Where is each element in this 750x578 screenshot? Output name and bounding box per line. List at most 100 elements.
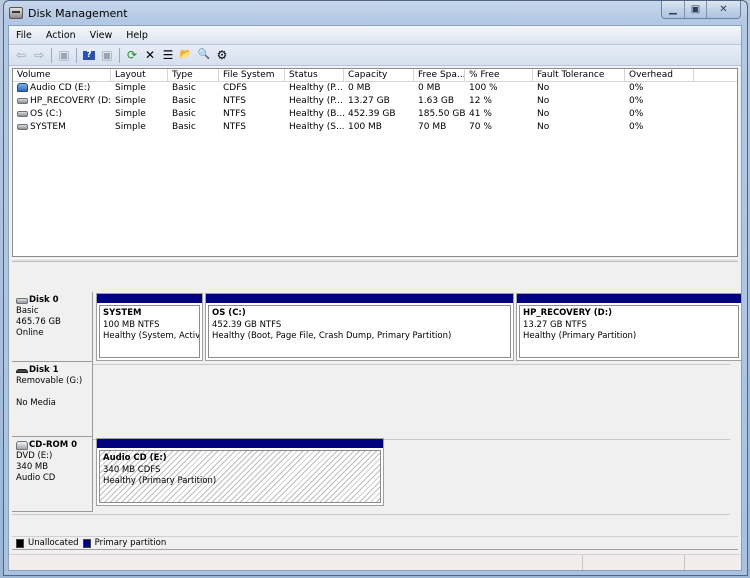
refresh-button[interactable]: ⟳ [124, 47, 140, 63]
menu-help[interactable]: Help [119, 30, 155, 41]
column-header-file-system[interactable]: File System [219, 69, 285, 81]
show-hide-console-tree-button[interactable]: ▣ [56, 47, 72, 63]
cell-text: Simple [115, 109, 146, 119]
legend-label-unallocated: Unallocated [28, 538, 79, 548]
volume-cell--free: 70 % [465, 121, 533, 134]
volume-cell-overhead: 0% [625, 121, 694, 134]
column-header-volume[interactable]: Volume [13, 69, 111, 81]
menu-file[interactable]: File [9, 30, 39, 41]
cell-text: 185.50 GB [418, 109, 465, 119]
cd-volume-icon [17, 83, 28, 92]
column-header-overhead[interactable]: Overhead [625, 69, 694, 81]
toolbar: ⇦ ⇨ ▣? ▣ ⟳ ✕ ☰ 📂 🔍 ⚙ [9, 45, 741, 66]
cell-text: NTFS [223, 109, 246, 119]
volume-row[interactable]: OS (C:) Simple Basic NTFS Healthy (B... 452.3… [13, 108, 737, 121]
cell-text: 100 % [469, 83, 498, 93]
hard-disk-icon [16, 297, 28, 304]
column-header-free-space[interactable]: Free Spa... [414, 69, 465, 81]
column-header-percent-free[interactable]: % Free [465, 69, 533, 81]
disk-info-line: DVD (E:) [16, 451, 53, 461]
maximize-button[interactable]: ▣ [684, 1, 706, 18]
minimize-button[interactable]: ▁ [662, 1, 684, 18]
primary-partition-swatch [82, 538, 91, 548]
menu-action[interactable]: Action [39, 30, 83, 41]
forward-button[interactable]: ⇨ [31, 47, 47, 63]
column-header-type[interactable]: Type [168, 69, 219, 81]
disk-info-line: Online [16, 328, 44, 338]
volume-cell-overhead: 0% [625, 108, 694, 121]
cell-text: 0 MB [348, 83, 371, 93]
column-header-capacity[interactable]: Capacity [344, 69, 414, 81]
legend: Unallocated Primary partition [12, 536, 738, 550]
disk-volume-icon [17, 110, 28, 117]
delete-button[interactable]: ✕ [142, 47, 158, 63]
back-button[interactable]: ⇦ [13, 47, 29, 63]
volume-row[interactable]: SYSTEM Simple Basic NTFS Healthy (S... 100 MB… [13, 121, 737, 134]
cell-text: 0% [629, 109, 644, 119]
disk-label[interactable]: Disk 0 Basic 465.76 GB Online [12, 292, 93, 362]
window-title: Disk Management [28, 6, 128, 20]
volume-cell-layout: Simple [111, 82, 168, 95]
cell-text: No [537, 122, 550, 132]
volume-cell-type: Basic [168, 95, 219, 108]
column-header-fault-tolerance[interactable]: Fault Tolerance [533, 69, 625, 81]
partition-strip: SYSTEM 100 MB NTFS Healthy (System, Active… [96, 293, 744, 361]
disk-title: Disk 0 [16, 295, 92, 306]
open-folder-icon: 📂 [179, 49, 193, 60]
volume-cell-free-spa: 0 MB [414, 82, 465, 95]
cell-text: Basic [172, 83, 196, 93]
volume-cell-fault-tolerance: No [533, 95, 625, 108]
cell-text: Healthy (P... [289, 96, 343, 106]
partition-block[interactable]: Audio CD (E:) 340 MB CDFS Healthy (Primary… [96, 438, 384, 506]
volume-cell-fault-tolerance: No [533, 121, 625, 134]
disk-management-app-icon [9, 7, 23, 19]
close-button[interactable]: ✕ [706, 1, 740, 18]
help-button[interactable]: ? [81, 47, 97, 63]
volume-cell-free-spa: 185.50 GB [414, 108, 465, 121]
disk-info-line [16, 387, 92, 398]
volume-cell-status: Healthy (P... [285, 82, 344, 95]
primary-partition-bar [517, 294, 741, 303]
partition-size: 340 MB CDFS [103, 464, 161, 475]
show-hide-action-pane-button[interactable]: ▣ [99, 47, 115, 63]
explore-button[interactable]: 🔍 [196, 47, 212, 63]
partition-details: HP_RECOVERY (D:) 13.27 GB NTFS Healthy (Pr… [519, 305, 739, 358]
volume-cell-file-system: NTFS [219, 121, 285, 134]
column-header-layout[interactable]: Layout [111, 69, 168, 81]
disk-name: Disk 0 [29, 295, 59, 305]
properties-button[interactable]: ☰ [160, 47, 176, 63]
column-header-status[interactable]: Status [285, 69, 344, 81]
cell-text: 100 MB [348, 122, 382, 132]
disk-label[interactable]: CD-ROM 0 DVD (E:) 340 MB Audio CD [12, 437, 93, 512]
disk-title: CD-ROM 0 [16, 440, 92, 451]
close-icon: ✕ [719, 4, 728, 15]
legend-label-primary-partition: Primary partition [94, 538, 167, 548]
cell-text: 41 % [469, 109, 492, 119]
cell-text: No [537, 109, 550, 119]
volume-cell-layout: Simple [111, 121, 168, 134]
partition-block[interactable]: HP_RECOVERY (D:) 13.27 GB NTFS Healthy (Pr… [516, 293, 742, 361]
explore-icon: 🔍 [197, 49, 211, 60]
pane-splitter[interactable] [12, 258, 738, 262]
cell-text: SYSTEM [30, 122, 66, 132]
minimize-icon: ▁ [669, 4, 677, 15]
title-bar[interactable]: Disk Management ▁ ▣ ✕ [4, 1, 747, 25]
volume-cell-fault-tolerance: No [533, 82, 625, 95]
cell-text: Healthy (P... [289, 83, 343, 93]
partition-strip: Audio CD (E:) 340 MB CDFS Healthy (Primary… [96, 438, 386, 506]
status-bar [9, 554, 741, 570]
primary-partition-bar [206, 294, 513, 303]
partition-name: OS (C:) [212, 308, 246, 318]
settings-button[interactable]: ⚙ [214, 47, 230, 63]
disk-label[interactable]: Disk 1 Removable (G:) No Media [12, 362, 93, 437]
cell-text: 0 MB [418, 83, 441, 93]
volume-row[interactable]: HP_RECOVERY (D:) Simple Basic NTFS Healthy (… [13, 95, 737, 108]
open-folder-button[interactable]: 📂 [178, 47, 194, 63]
cell-text: 0% [629, 122, 644, 132]
disk-management-window: Disk Management ▁ ▣ ✕ File Action View H… [3, 0, 748, 576]
menu-view[interactable]: View [83, 30, 120, 41]
partition-block[interactable]: OS (C:) 452.39 GB NTFS Healthy (Boot, Page… [205, 293, 514, 361]
partition-block[interactable]: SYSTEM 100 MB NTFS Healthy (System, Active… [96, 293, 203, 361]
partition-name: Audio CD (E:) [103, 453, 167, 463]
volume-row[interactable]: Audio CD (E:) Simple Basic CDFS Healthy (P..… [13, 82, 737, 95]
